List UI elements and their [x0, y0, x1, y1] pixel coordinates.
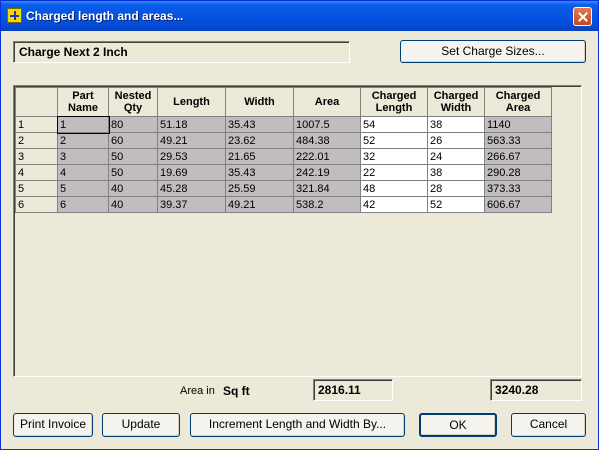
table-cell: 3	[57, 148, 109, 165]
table-cell: 321.84	[293, 180, 361, 197]
table-cell: 290.28	[484, 164, 552, 181]
table-cell: 25.59	[225, 180, 294, 197]
table-cell: 40	[108, 196, 158, 213]
table-row: 5 5 40 45.28 25.59 321.84 48 28 373.33	[15, 180, 552, 197]
row-header[interactable]: 4	[15, 164, 58, 181]
table-cell: 21.65	[225, 148, 294, 165]
table-row: 3 3 50 29.53 21.65 222.01 32 24 266.67	[15, 148, 552, 165]
table-cell: 51.18	[157, 116, 226, 133]
table-row: 6 6 40 39.37 49.21 538.2 42 52 606.67	[15, 196, 552, 213]
table-cell: 29.53	[157, 148, 226, 165]
app-icon	[7, 8, 22, 23]
table-row: 4 4 50 19.69 35.43 242.19 22 38 290.28	[15, 164, 552, 181]
row-header[interactable]: 6	[15, 196, 58, 213]
table-cell: 1140	[484, 116, 552, 133]
cancel-button[interactable]: Cancel	[511, 413, 586, 437]
table-cell: 4	[57, 164, 109, 181]
table-cell[interactable]: 38	[427, 116, 485, 133]
column-header[interactable]: Charged Width	[427, 87, 485, 117]
total-area-field: 2816.11	[313, 379, 393, 401]
row-header[interactable]: 5	[15, 180, 58, 197]
window-title: Charged length and areas...	[26, 9, 184, 23]
table-cell[interactable]: 22	[360, 164, 428, 181]
table-cell: 19.69	[157, 164, 226, 181]
table-cell: 80	[108, 116, 158, 133]
parts-grid: Part Name Nested Qty Length Width Area Cha…	[13, 85, 582, 377]
table-cell: 35.43	[225, 116, 294, 133]
column-header[interactable]: Charged Area	[484, 87, 552, 117]
table-row: 2 2 60 49.21 23.62 484.38 52 26 563.33	[15, 132, 552, 149]
row-header[interactable]: 1	[15, 116, 58, 133]
table-cell[interactable]: 54	[360, 116, 428, 133]
table-header-row: Part Name Nested Qty Length Width Area Cha…	[15, 87, 552, 117]
charge-info-field: Charge Next 2 Inch	[13, 41, 350, 63]
ok-button[interactable]: OK	[419, 413, 497, 437]
close-icon[interactable]	[573, 7, 592, 26]
table-cell[interactable]: 38	[427, 164, 485, 181]
table-cell: 222.01	[293, 148, 361, 165]
table-cell: 2	[57, 132, 109, 149]
table-cell: 40	[108, 180, 158, 197]
table-cell: 484.38	[293, 132, 361, 149]
table-body: 1 1 80 51.18 35.43 1007.5 54 38 1140 2 2 60 49.21 23.…	[15, 115, 552, 213]
parts-table: Part Name Nested Qty Length Width Area Cha…	[15, 87, 552, 213]
column-header[interactable]: Nested Qty	[108, 87, 158, 117]
table-cell[interactable]: 42	[360, 196, 428, 213]
column-header[interactable]: Part Name	[57, 87, 109, 117]
print-invoice-button[interactable]: Print Invoice	[13, 413, 93, 437]
table-cell: 1007.5	[293, 116, 361, 133]
row-header[interactable]: 2	[15, 132, 58, 149]
table-cell: 39.37	[157, 196, 226, 213]
title-bar[interactable]: Charged length and areas...	[1, 1, 598, 31]
table-cell: 23.62	[225, 132, 294, 149]
dialog-window: Charged length and areas... Charge Next …	[0, 0, 599, 450]
table-cell: 50	[108, 164, 158, 181]
total-charged-area-field: 3240.28	[490, 379, 582, 401]
table-cell: 266.67	[484, 148, 552, 165]
table-cell: 60	[108, 132, 158, 149]
corner-header	[15, 87, 58, 117]
table-cell: 45.28	[157, 180, 226, 197]
table-cell: 49.21	[157, 132, 226, 149]
row-header[interactable]: 3	[15, 148, 58, 165]
table-cell[interactable]: 24	[427, 148, 485, 165]
table-cell: 606.67	[484, 196, 552, 213]
table-cell: 6	[57, 196, 109, 213]
table-row: 1 1 80 51.18 35.43 1007.5 54 38 1140	[15, 115, 552, 134]
column-header[interactable]: Area	[293, 87, 361, 117]
table-cell[interactable]: 48	[360, 180, 428, 197]
table-cell: 5	[57, 180, 109, 197]
table-cell: 1	[56, 115, 110, 134]
table-cell[interactable]: 26	[427, 132, 485, 149]
table-cell[interactable]: 32	[360, 148, 428, 165]
table-cell: 538.2	[293, 196, 361, 213]
area-in-label: Area in	[180, 385, 215, 397]
table-cell[interactable]: 28	[427, 180, 485, 197]
column-header[interactable]: Width	[225, 87, 294, 117]
table-cell: 50	[108, 148, 158, 165]
table-cell[interactable]: 52	[360, 132, 428, 149]
table-cell[interactable]: 52	[427, 196, 485, 213]
table-cell: 242.19	[293, 164, 361, 181]
table-cell: 373.33	[484, 180, 552, 197]
table-cell: 49.21	[225, 196, 294, 213]
column-header[interactable]: Length	[157, 87, 226, 117]
area-unit-label: Sq ft	[223, 384, 250, 398]
set-charge-sizes-button[interactable]: Set Charge Sizes...	[400, 40, 586, 63]
column-header[interactable]: Charged Length	[360, 87, 428, 117]
table-cell: 35.43	[225, 164, 294, 181]
update-button[interactable]: Update	[102, 413, 180, 437]
table-cell: 563.33	[484, 132, 552, 149]
increment-length-width-button[interactable]: Increment Length and Width By...	[190, 413, 405, 437]
